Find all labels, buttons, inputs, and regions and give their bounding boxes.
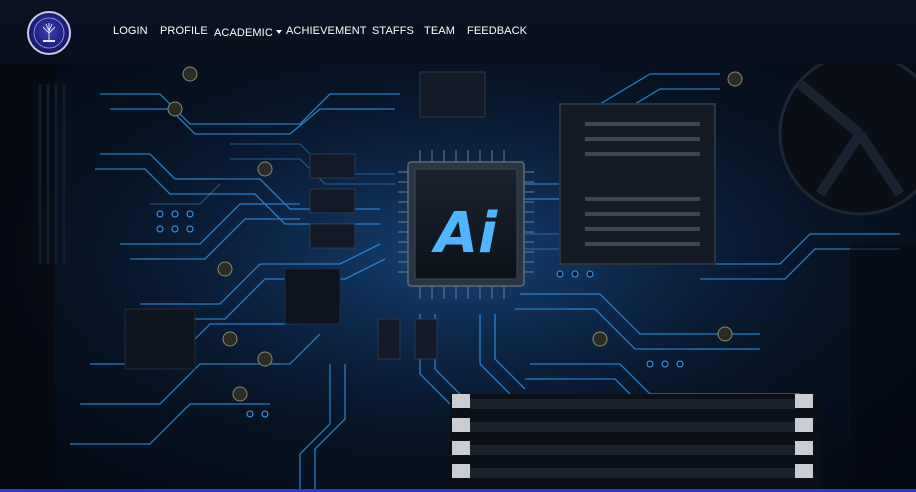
nav-team-link[interactable]: TEAM: [424, 25, 455, 37]
college-emblem-icon[interactable]: [27, 11, 71, 55]
nav-academic-dropdown[interactable]: ACADEMIC: [214, 27, 282, 39]
nav-staffs-link[interactable]: STAFFS: [372, 25, 414, 37]
nav-login-link[interactable]: LOGIN: [113, 25, 148, 37]
nav-feedback-link[interactable]: FEEDBACK: [467, 25, 527, 37]
chevron-down-icon: [275, 30, 282, 34]
hero-banner-image: Ai: [0, 64, 916, 492]
nav-academic-label: ACADEMIC: [214, 27, 273, 39]
chip-ai-label: Ai: [431, 201, 498, 266]
nav-profile-link[interactable]: PROFILE: [160, 25, 208, 37]
top-navbar: LOGIN PROFILE ACADEMIC ACHIEVEMENT STAFF…: [0, 0, 916, 64]
nav-achievement-link[interactable]: ACHIEVEMENT: [286, 25, 367, 37]
circuit-board-illustration: Ai: [0, 64, 916, 492]
